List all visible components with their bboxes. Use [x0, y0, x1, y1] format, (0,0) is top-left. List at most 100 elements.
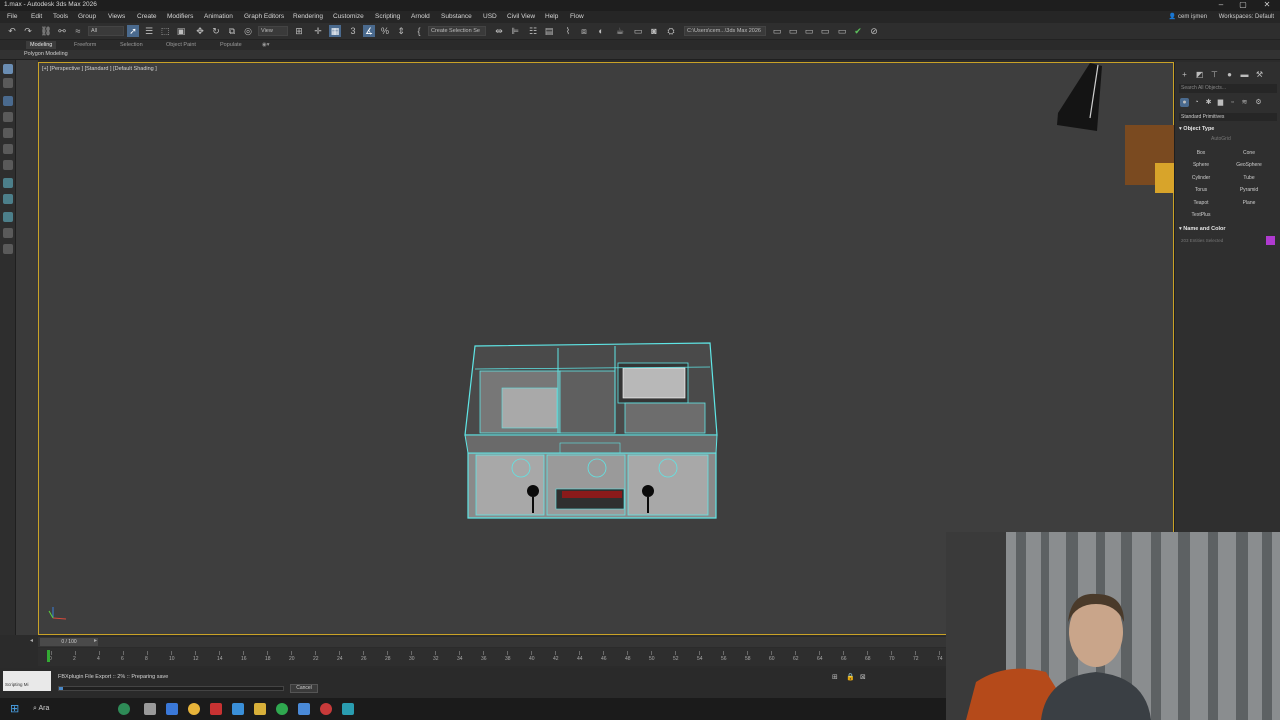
helpers-icon[interactable]: ▫: [1228, 98, 1237, 107]
move-icon[interactable]: ✥: [194, 25, 206, 37]
app-icon[interactable]: [320, 703, 332, 715]
name-color-rollout[interactable]: ▾ Name and Color: [1179, 226, 1225, 232]
menu-views[interactable]: Views: [108, 13, 125, 20]
minimize-icon[interactable]: –: [1212, 0, 1230, 11]
pyramid-button[interactable]: Pyramid: [1227, 185, 1271, 195]
align-icon[interactable]: ⊫: [509, 25, 521, 37]
render-iterative-icon[interactable]: ⛭: [665, 25, 677, 37]
open-explorer-icon[interactable]: ▭: [787, 25, 799, 37]
time-slider-track[interactable]: [38, 637, 948, 647]
menu-edit[interactable]: Edit: [31, 13, 42, 20]
angle-snap-icon[interactable]: ∡: [363, 25, 375, 37]
menu-flow[interactable]: Flow: [570, 13, 584, 20]
schematic-view-icon[interactable]: ⧈: [578, 25, 590, 37]
curve-editor-icon[interactable]: ⌇: [562, 25, 574, 37]
object-type-rollout[interactable]: ▾ Object Type: [1179, 126, 1214, 132]
menu-tools[interactable]: Tools: [53, 13, 68, 20]
rotate-icon[interactable]: ↻: [210, 25, 222, 37]
ribbon-options-icon[interactable]: ◉▾: [258, 41, 274, 49]
select-by-name-icon[interactable]: ☰: [143, 25, 155, 37]
more-icon[interactable]: ⊘: [868, 25, 880, 37]
tube-button[interactable]: Tube: [1227, 173, 1271, 183]
prev-frame-icon[interactable]: ◂: [30, 637, 33, 644]
maxscript-listener[interactable]: Scripting Mi: [3, 671, 51, 691]
selection-filter-dropdown[interactable]: All: [88, 26, 124, 36]
window-layout-icon[interactable]: ▭: [819, 25, 831, 37]
unlink-icon[interactable]: ⚯: [56, 25, 68, 37]
rectangular-selection-icon[interactable]: ⬚: [159, 25, 171, 37]
tool-icon[interactable]: [3, 160, 13, 170]
tool-icon[interactable]: [3, 112, 13, 122]
geometry-icon[interactable]: ●: [1180, 98, 1189, 107]
scene-explorer-icon[interactable]: [3, 64, 13, 74]
tool-icon[interactable]: [3, 194, 13, 204]
select-mode-icon[interactable]: [3, 96, 13, 106]
key-mode-icon[interactable]: ⊞: [832, 673, 838, 681]
menu-create[interactable]: Create: [137, 13, 157, 20]
menu-group[interactable]: Group: [78, 13, 96, 20]
textplus-button[interactable]: TextPlus: [1179, 210, 1223, 220]
spinner-snap-icon[interactable]: ⇕: [395, 25, 407, 37]
torus-button[interactable]: Torus: [1179, 185, 1223, 195]
reference-coordinate-dropdown[interactable]: View: [258, 26, 288, 36]
tool-icon[interactable]: [3, 212, 13, 222]
scale-icon[interactable]: ⧉: [226, 25, 238, 37]
tool-icon[interactable]: [3, 178, 13, 188]
menu-usd[interactable]: USD: [483, 13, 497, 20]
spacewarps-icon[interactable]: ≋: [1240, 98, 1249, 107]
geosphere-button[interactable]: GeoSphere: [1227, 160, 1271, 170]
tab-object-paint[interactable]: Object Paint: [162, 41, 200, 49]
check-status-icon[interactable]: ✔: [852, 25, 864, 37]
tool-icon[interactable]: [3, 228, 13, 238]
create-tab-icon[interactable]: +: [1180, 70, 1189, 79]
edge-icon[interactable]: [166, 703, 178, 715]
lights-icon[interactable]: ✱: [1204, 98, 1213, 107]
material-editor-icon[interactable]: ◐: [595, 25, 607, 37]
layer-icon[interactable]: [3, 78, 13, 88]
keyboard-shortcut-toggle-icon[interactable]: ▦: [329, 25, 341, 37]
display-tab-icon[interactable]: ▬: [1240, 70, 1249, 79]
menu-substance[interactable]: Substance: [441, 13, 472, 20]
toggle-ribbon-icon[interactable]: ▤: [543, 25, 555, 37]
redo-icon[interactable]: ↷: [22, 25, 34, 37]
widget-icon[interactable]: [118, 703, 130, 715]
percent-snap-icon[interactable]: %: [379, 25, 391, 37]
pivot-center-icon[interactable]: ⊞: [293, 25, 305, 37]
named-selection-sets-dropdown[interactable]: Create Selection Se: [428, 26, 486, 36]
share-view-icon[interactable]: ▭: [803, 25, 815, 37]
menu-arnold[interactable]: Arnold: [411, 13, 430, 20]
browser-icon[interactable]: [232, 703, 244, 715]
link-icon[interactable]: ⛓: [40, 25, 52, 37]
3dsmax-icon[interactable]: [342, 703, 354, 715]
autogrid-checkbox[interactable]: AutoGrid: [1211, 136, 1231, 142]
time-marker[interactable]: [47, 650, 50, 662]
select-object-icon[interactable]: ➚: [127, 25, 139, 37]
bind-space-warp-icon[interactable]: ≈: [72, 25, 84, 37]
motion-tab-icon[interactable]: ●: [1225, 70, 1234, 79]
teapot-button[interactable]: Teapot: [1179, 198, 1223, 208]
grid-icon[interactable]: ⊠: [860, 673, 866, 681]
object-color-swatch[interactable]: [1266, 236, 1275, 245]
tool-icon[interactable]: [3, 244, 13, 254]
modify-tab-icon[interactable]: ◩: [1195, 70, 1204, 79]
user-name[interactable]: cem işmen: [1178, 14, 1207, 20]
cylinder-button[interactable]: Cylinder: [1179, 173, 1223, 183]
chrome-icon[interactable]: [188, 703, 200, 715]
time-slider[interactable]: 0 / 100: [40, 638, 98, 646]
maximize-icon[interactable]: ▢: [1234, 0, 1252, 11]
task-view-icon[interactable]: [144, 703, 156, 715]
rendered-frame-icon[interactable]: ▭: [632, 25, 644, 37]
polygon-modeling-label[interactable]: Polygon Modeling: [24, 51, 68, 57]
tab-modeling[interactable]: Modeling: [26, 41, 57, 49]
tab-selection[interactable]: Selection: [116, 41, 147, 49]
telegram-icon[interactable]: [298, 703, 310, 715]
taskbar-search[interactable]: ⌕ Ara: [30, 702, 110, 716]
undo-icon[interactable]: ↶: [6, 25, 18, 37]
tab-populate[interactable]: Populate: [216, 41, 246, 49]
next-frame-icon[interactable]: ▸: [94, 637, 97, 644]
file-explorer-icon[interactable]: [254, 703, 266, 715]
recorder-icon[interactable]: [210, 703, 222, 715]
menu-civil-view[interactable]: Civil View: [507, 13, 535, 20]
close-icon[interactable]: ✕: [1258, 0, 1276, 11]
menu-animation[interactable]: Animation: [204, 13, 233, 20]
